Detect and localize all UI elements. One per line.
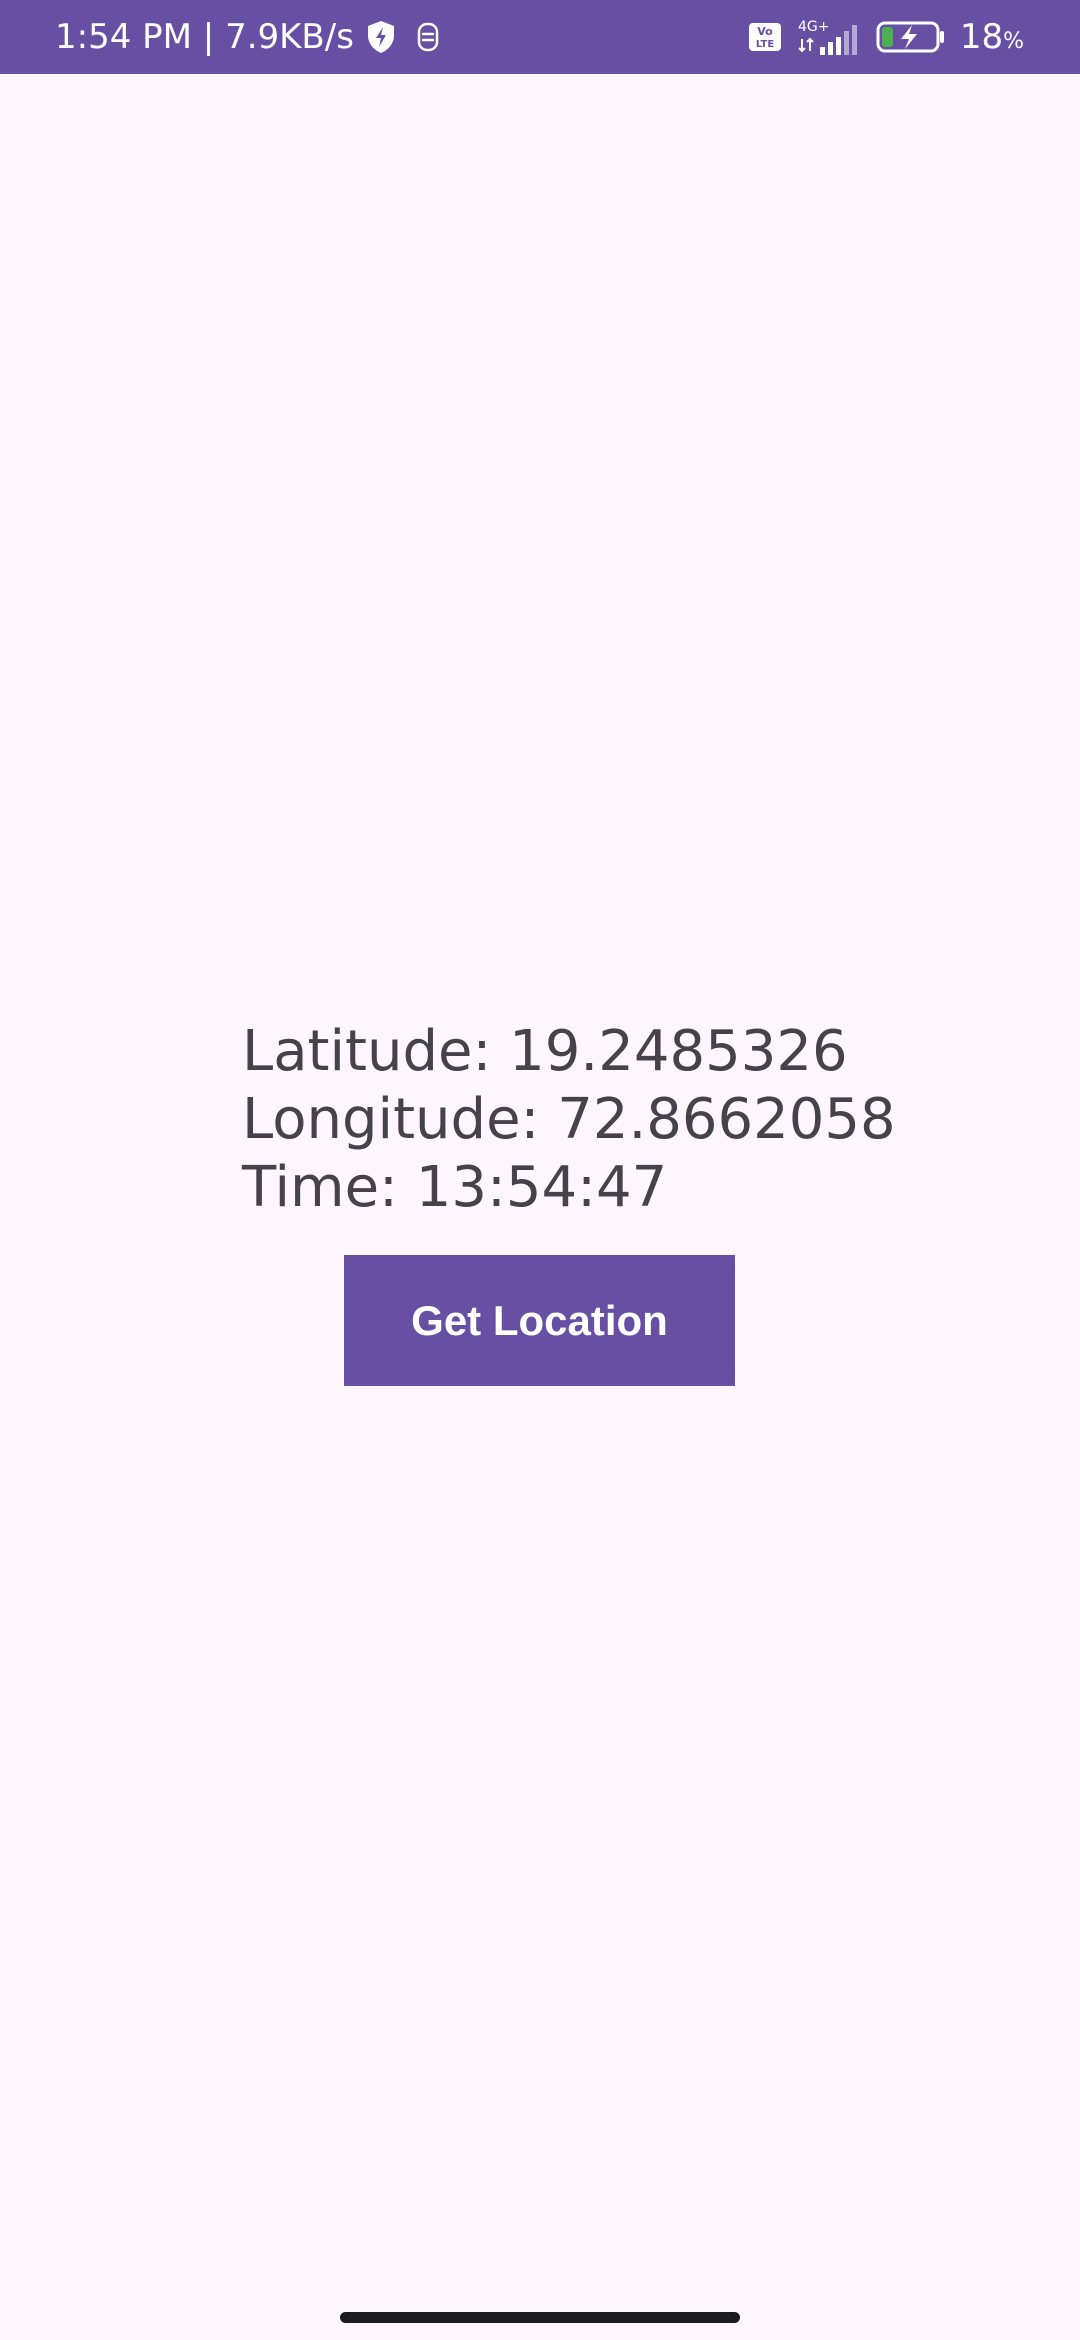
time-text: Time: 13:54:47 xyxy=(242,1155,668,1220)
battery-level: 18% xyxy=(959,17,1024,57)
status-bar: 1:54 PM | 7.9KB/s Vo LTE 4G+ 18% xyxy=(0,0,1080,74)
status-right: Vo LTE 4G+ 18% xyxy=(748,0,1024,74)
status-time-speed: 1:54 PM | 7.9KB/s xyxy=(55,17,354,57)
get-location-button[interactable]: Get Location xyxy=(344,1255,735,1386)
volte-icon: Vo LTE xyxy=(748,22,782,52)
svg-text:4G+: 4G+ xyxy=(798,19,830,35)
longitude-text: Longitude: 72.8662058 xyxy=(242,1087,896,1152)
notification-icon xyxy=(414,21,442,53)
shield-bolt-icon xyxy=(366,20,396,54)
svg-text:LTE: LTE xyxy=(756,39,775,50)
signal-icon: 4G+ xyxy=(796,17,862,57)
location-info: Latitude: 19.2485326 Longitude: 72.86620… xyxy=(242,1018,896,1222)
svg-text:Vo: Vo xyxy=(757,25,773,38)
latitude-text: Latitude: 19.2485326 xyxy=(242,1019,848,1084)
home-indicator[interactable] xyxy=(340,2312,740,2323)
battery-charging-icon xyxy=(876,20,946,54)
status-left: 1:54 PM | 7.9KB/s xyxy=(55,0,442,74)
